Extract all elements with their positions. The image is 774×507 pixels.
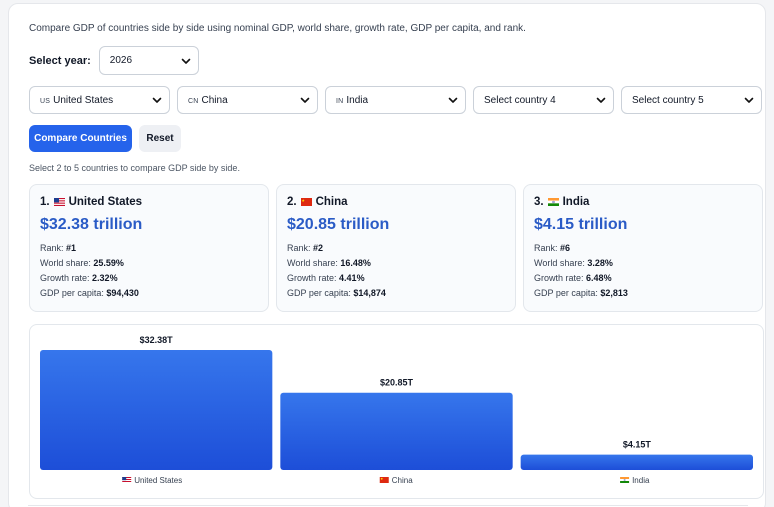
- country-select-5[interactable]: Select country 5: [621, 86, 762, 114]
- stat-gdp-per-capita: GDP per capita: $14,874: [287, 288, 386, 298]
- hint-text: Select 2 to 5 countries to compare GDP s…: [29, 163, 240, 173]
- card-rank-number: 3.: [534, 196, 544, 208]
- country-code: IN: [336, 97, 344, 105]
- bar-united-states: [40, 350, 273, 470]
- country-card: 2. China $20.85 trillion Rank: #2 World …: [276, 184, 516, 312]
- stat-growth-rate: Growth rate: 2.32%: [40, 273, 118, 283]
- gdp-bar-chart-svg: $32.38T United States $20.85T China $4.15T In…: [40, 335, 753, 485]
- country-select-3[interactable]: IN India: [325, 86, 466, 114]
- card-country-name: India: [562, 196, 590, 208]
- country-select-value: Select country 4: [484, 94, 556, 106]
- country-card: 1. United States $32.38 trillion Rank: #…: [29, 184, 269, 312]
- country-select-value: Select country 5: [632, 94, 704, 106]
- year-row: Select year: 2026: [29, 46, 199, 75]
- x-tick-label: United States: [134, 476, 182, 485]
- us-flag-icon: [53, 198, 65, 206]
- x-tick-label: India: [632, 476, 650, 485]
- country-select-4[interactable]: Select country 4: [473, 86, 614, 114]
- bar-value-label: $4.15T: [623, 440, 652, 450]
- bar-china: [280, 392, 513, 470]
- year-select-value: 2026: [109, 55, 133, 66]
- card-stats: Rank: #1 World share: 25.59% Growth rate…: [40, 241, 258, 301]
- country-select-value: China: [201, 94, 228, 106]
- intro-text: Compare GDP of countries side by side us…: [29, 23, 526, 34]
- country-select-2[interactable]: CN China: [177, 86, 318, 114]
- country-select-value: India: [346, 94, 369, 106]
- stat-rank: Rank: #2: [287, 243, 324, 253]
- card-gdp-value: $4.15 trillion: [534, 216, 628, 233]
- chevron-down-icon: [744, 97, 754, 103]
- x-tick-label: China: [392, 476, 413, 485]
- card-rank-number: 1.: [40, 196, 50, 208]
- stat-gdp-per-capita: GDP per capita: $2,813: [534, 288, 628, 298]
- country-code: CN: [188, 97, 199, 105]
- card-title: 3. India: [534, 196, 752, 208]
- bar-india: [520, 454, 753, 470]
- chevron-down-icon: [181, 58, 191, 64]
- card-country-name: China: [315, 196, 348, 208]
- stat-world-share: World share: 25.59%: [40, 258, 124, 268]
- chevron-down-icon: [300, 97, 310, 103]
- chevron-down-icon: [448, 97, 458, 103]
- country-select-row: US United States CN China IN India Select c…: [29, 86, 762, 114]
- stat-growth-rate: Growth rate: 4.41%: [287, 273, 365, 283]
- card-stats: Rank: #2 World share: 16.48% Growth rate…: [287, 241, 505, 301]
- stat-world-share: World share: 16.48%: [287, 258, 371, 268]
- card-title: 1. United States: [40, 196, 258, 208]
- stat-rank: Rank: #1: [40, 243, 77, 253]
- stat-rank: Rank: #6: [534, 243, 571, 253]
- cn-flag-icon: [379, 477, 389, 483]
- bar-value-label: $20.85T: [380, 378, 414, 388]
- country-cards: 1. United States $32.38 trillion Rank: #…: [29, 184, 763, 312]
- stat-gdp-per-capita: GDP per capita: $94,430: [40, 288, 139, 298]
- gdp-bar-chart: $32.38T United States $20.85T China $4.15T In…: [29, 324, 764, 499]
- gdp-compare-panel: Compare GDP of countries side by side us…: [8, 3, 766, 507]
- button-row: Compare Countries Reset: [29, 125, 181, 152]
- bar-value-label: $32.38T: [140, 335, 174, 345]
- card-gdp-value: $32.38 trillion: [40, 216, 143, 233]
- in-flag-icon: [620, 477, 630, 483]
- us-flag-icon: [122, 477, 132, 483]
- stat-growth-rate: Growth rate: 6.48%: [534, 273, 612, 283]
- country-card: 3. India $4.15 trillion Rank: #6 World s…: [523, 184, 763, 312]
- card-gdp-value: $20.85 trillion: [287, 216, 390, 233]
- cn-flag-icon: [300, 198, 312, 206]
- card-stats: Rank: #6 World share: 3.28% Growth rate:…: [534, 241, 752, 301]
- chevron-down-icon: [596, 97, 606, 103]
- reset-button[interactable]: Reset: [139, 125, 181, 152]
- stat-world-share: World share: 3.28%: [534, 258, 613, 268]
- compare-countries-button[interactable]: Compare Countries: [29, 125, 132, 152]
- country-select-value: United States: [53, 94, 114, 106]
- card-rank-number: 2.: [287, 196, 297, 208]
- card-title: 2. China: [287, 196, 505, 208]
- year-label: Select year:: [29, 54, 91, 67]
- in-flag-icon: [547, 198, 559, 206]
- chevron-down-icon: [152, 97, 162, 103]
- year-select[interactable]: 2026: [98, 46, 199, 75]
- card-country-name: United States: [68, 196, 143, 208]
- country-select-1[interactable]: US United States: [29, 86, 170, 114]
- country-code: US: [40, 97, 51, 105]
